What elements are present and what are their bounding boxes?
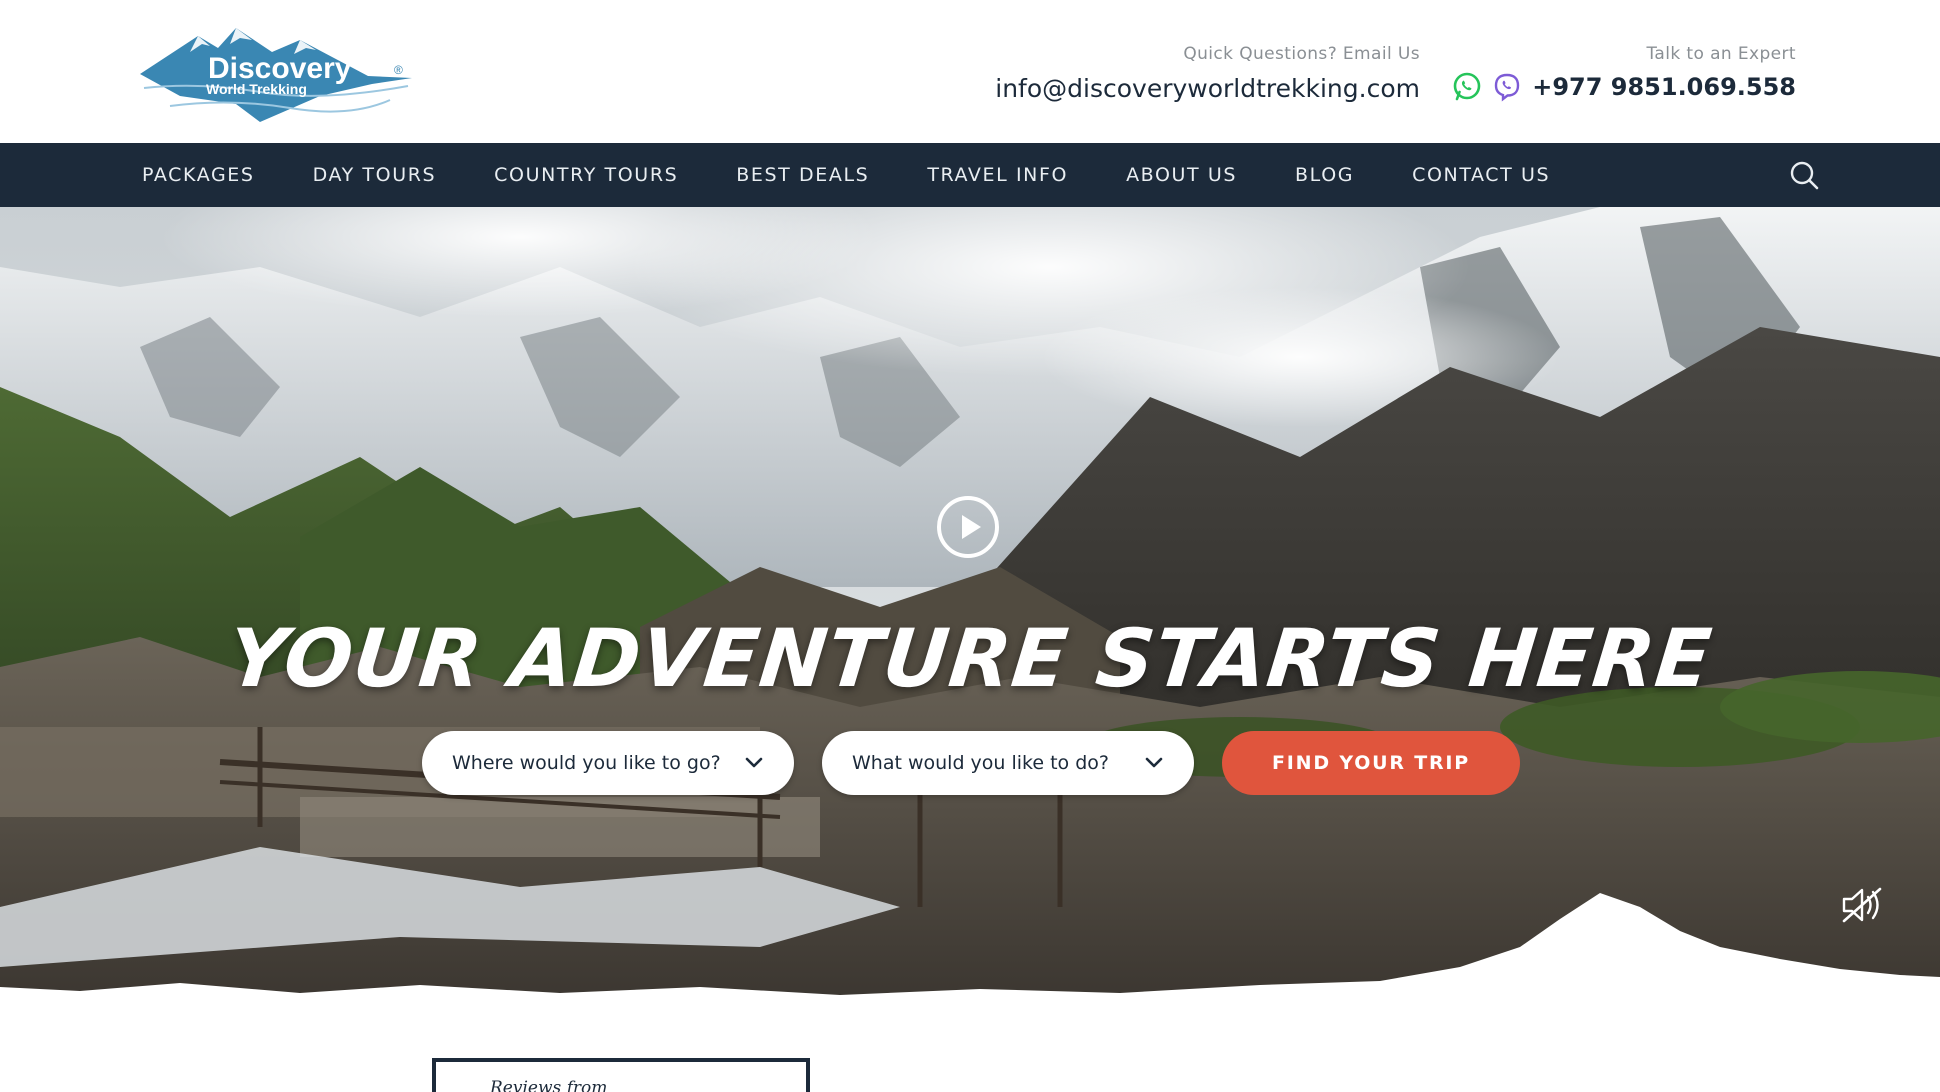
nav-item-travel-info[interactable]: TRAVEL INFO [927, 164, 1068, 186]
nav-item-blog[interactable]: BLOG [1295, 164, 1354, 186]
play-icon[interactable] [936, 495, 1000, 559]
logo-registered-mark: ® [394, 63, 403, 77]
email-link[interactable]: info@discoveryworldtrekking.com [995, 74, 1420, 103]
nav-item-best-deals[interactable]: BEST DEALS [736, 164, 869, 186]
phone-row: +977 9851.069.558 [1452, 72, 1796, 102]
reviews-heading: Reviews from [490, 1078, 608, 1092]
nav-item-country-tours[interactable]: COUNTRY TOURS [494, 164, 678, 186]
email-contact: Quick Questions? Email Us info@discovery… [995, 44, 1420, 103]
nav-item-packages[interactable]: PACKAGES [142, 164, 255, 186]
reviews-widget[interactable]: Reviews from [432, 1058, 810, 1092]
phone-label: Talk to an Expert [1646, 44, 1796, 64]
chevron-down-icon [1145, 757, 1163, 768]
email-label: Quick Questions? Email Us [1183, 44, 1420, 64]
destination-select-label: Where would you like to go? [452, 752, 721, 774]
nav-item-contact-us[interactable]: CONTACT US [1412, 164, 1550, 186]
brand-logo[interactable]: Discovery World Trekking ® [140, 26, 412, 124]
find-your-trip-button[interactable]: FIND YOUR TRIP [1222, 731, 1520, 795]
hero-mountain-image [0, 207, 1940, 997]
mute-icon[interactable] [1838, 883, 1886, 927]
whatsapp-icon[interactable] [1452, 72, 1482, 102]
trip-search-form: Where would you like to go? What would y… [422, 731, 1520, 795]
logo-tagline: World Trekking [206, 81, 307, 97]
hero-title: YOUR ADVENTURE STARTS HERE [223, 612, 1717, 705]
main-navigation: PACKAGES DAY TOURS COUNTRY TOURS BEST DE… [0, 143, 1940, 207]
phone-contact: Talk to an Expert +977 9851.069.558 [1452, 44, 1796, 102]
nav-item-day-tours[interactable]: DAY TOURS [313, 164, 437, 186]
nav-list: PACKAGES DAY TOURS COUNTRY TOURS BEST DE… [142, 143, 1608, 207]
site-header: Discovery World Trekking ® Quick Questio… [0, 0, 1940, 143]
chevron-down-icon [745, 757, 763, 768]
nav-item-about-us[interactable]: ABOUT US [1126, 164, 1237, 186]
destination-select[interactable]: Where would you like to go? [422, 731, 794, 795]
activity-select[interactable]: What would you like to do? [822, 731, 1194, 795]
phone-number-link[interactable]: +977 9851.069.558 [1532, 73, 1796, 101]
viber-icon[interactable] [1492, 72, 1522, 102]
hero-banner: YOUR ADVENTURE STARTS HERE Where would y… [0, 207, 1940, 997]
search-icon[interactable] [1788, 159, 1820, 191]
activity-select-label: What would you like to do? [852, 752, 1109, 774]
